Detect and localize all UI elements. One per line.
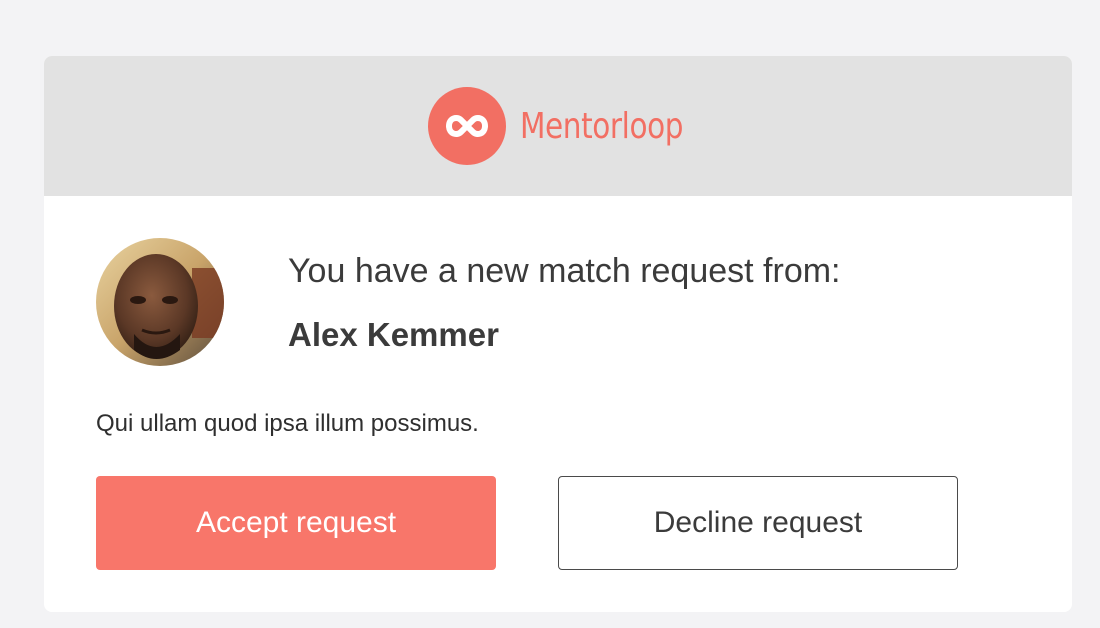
brand-logo: Mentorloop <box>427 87 689 165</box>
decline-request-button[interactable]: Decline request <box>558 476 958 570</box>
brand-wordmark: Mentorloop <box>519 105 683 147</box>
infinity-loop-icon <box>427 87 506 165</box>
avatar-photo <box>96 238 224 366</box>
match-request-card: Mentorloop You have a new match request … <box>44 56 1072 612</box>
request-intro-text: You have a new match request from: <box>288 252 841 290</box>
avatar <box>96 238 224 366</box>
requester-name: Alex Kemmer <box>288 316 499 353</box>
accept-request-button[interactable]: Accept request <box>96 476 496 570</box>
request-message: Qui ullam quod ipsa illum possimus. <box>96 410 479 437</box>
email-body: You have a new match request from: Alex … <box>44 196 1072 612</box>
email-header: Mentorloop <box>44 56 1072 196</box>
